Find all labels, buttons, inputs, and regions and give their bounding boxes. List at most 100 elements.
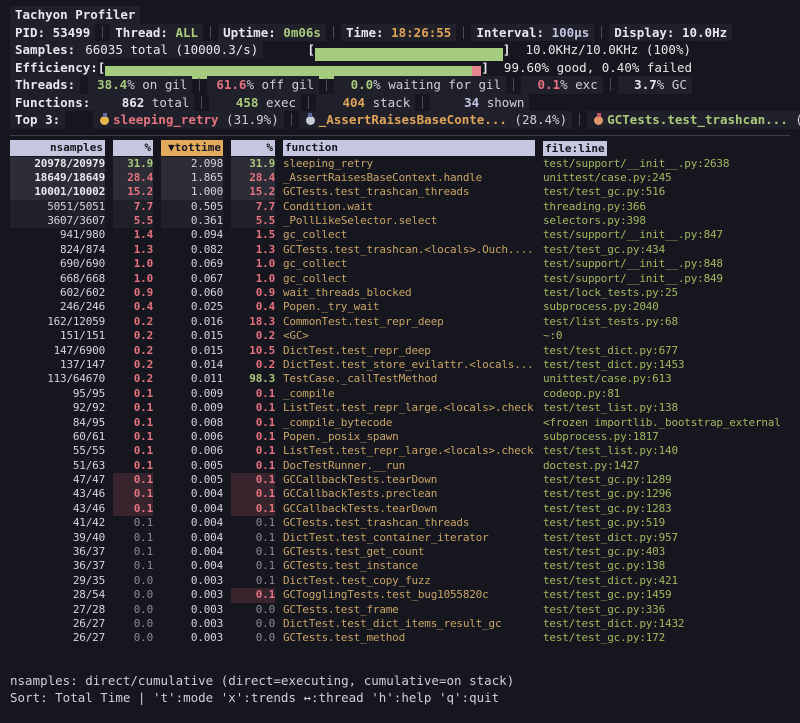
divider [463,26,464,39]
table-row: 3607/36075.50.3615.5_PollLikeSelector.se… [10,214,798,228]
function-cell: wait_threads_blocked [283,286,535,300]
pid-value: 53499 [53,25,91,40]
tottime-cell: 0.003 [161,631,223,645]
function-cell: _compile [283,387,535,401]
thread-field: Thread: ALL [110,24,203,42]
cumulative-pct-cell: 0.1 [231,531,275,545]
column-header-nsamples[interactable]: nsamples [10,140,105,156]
functions-stack-text: stack [365,95,410,110]
cumulative-pct-cell: 28.4 [231,171,275,185]
tottime-cell: 0.004 [161,487,223,501]
function-cell: GCTests.test_method [283,631,535,645]
table-row: 29/350.00.0030.1DictTest.test_copy_fuzzt… [10,574,798,588]
nsamples-cell: 151/151 [10,329,105,343]
table-row: 39/400.10.0040.1DictTest.test_container_… [10,531,798,545]
cumulative-pct-cell: 0.9 [231,286,275,300]
table-row: 690/6901.00.0691.0gc_collecttest/support… [10,257,798,271]
functions-exec-text: exec [258,95,296,110]
nsamples-cell: 147/6900 [10,344,105,358]
functions-total-text: total [144,95,189,110]
tottime-cell: 2.098 [161,157,223,171]
waiting-gil-value: 0.0 [339,76,373,94]
table-row: 55/550.10.0060.1ListTest.test_repr_large… [10,444,798,458]
top-function-name: sleeping_retry [113,112,218,127]
nsamples-cell: 5051/5051 [10,200,105,214]
nsamples-cell: 20978/20979 [10,157,105,171]
function-cell: GCCallbackTests.tearDown [283,502,535,516]
table-row: 137/1470.20.0140.2DictTest.test_store_ev… [10,358,798,372]
nsamples-cell: 47/47 [10,473,105,487]
samples-bar-open-bracket: [ [307,42,315,57]
tottime-cell: 0.067 [161,272,223,286]
file-line-cell: test/test_gc.py:516 [543,185,798,199]
off-gil-text: % off gil [246,77,314,92]
direct-pct-cell: 31.9 [113,157,153,171]
nsamples-cell: 55/55 [10,444,105,458]
cumulative-pct-cell: 0.1 [231,588,275,602]
functions-stack-value: 404 [321,94,365,112]
cumulative-pct-cell: 0.1 [231,487,275,501]
waiting-gil-text: % waiting for gil [373,77,501,92]
tottime-cell: 0.069 [161,257,223,271]
nsamples-cell: 668/668 [10,272,105,286]
function-cell: _compile_bytecode [283,416,535,430]
function-cell: ListTest.test_repr_large.<locals>.check [283,401,535,415]
direct-pct-cell: 0.1 [113,401,153,415]
cumulative-pct-cell: 0.1 [231,502,275,516]
cumulative-pct-cell: 0.1 [231,430,275,444]
nsamples-cell: 28/54 [10,588,105,602]
pid-label: PID: [15,25,45,40]
function-cell: _AssertRaisesBaseContext.handle [283,171,535,185]
tottime-cell: 0.060 [161,286,223,300]
column-header-file-line[interactable]: file:line [543,141,607,156]
function-cell: DictTest.test_store_evilattr.<locals... [283,358,535,372]
file-line-cell: doctest.py:1427 [543,459,798,473]
file-line-cell: test/test_gc.py:519 [543,516,798,530]
function-cell: GCTests.test_trashcan_threads [283,185,535,199]
column-header-cumulative-pct[interactable]: % [231,140,275,156]
top3-item-3: GCTests.test_trashcan... (15.2%) [587,111,800,129]
tottime-cell: 0.016 [161,315,223,329]
column-header-tottime[interactable]: ▼tottime [161,140,223,156]
file-line-cell: test/test_gc.py:172 [543,631,798,645]
file-line-cell: test/lock_tests.py:25 [543,286,798,300]
table-row: 941/9801.40.0941.5gc_collecttest/support… [10,228,798,242]
keybar-line: Sort: Total Time | 't':mode 'x':trends ↔… [10,689,800,707]
file-line-cell: threading.py:366 [543,200,798,214]
exc-text: % exc [560,77,598,92]
tottime-cell: 0.003 [161,588,223,602]
direct-pct-cell: 0.0 [113,631,153,645]
silver-medal-icon [306,116,315,125]
cumulative-pct-cell: 0.2 [231,358,275,372]
direct-pct-cell: 15.2 [113,185,153,199]
direct-pct-cell: 0.0 [113,603,153,617]
file-line-cell: test/list_tests.py:68 [543,315,798,329]
efficiency-summary: 99.60% good, 0.40% failed [504,60,692,75]
table-row: 20978/2097931.92.09831.9sleeping_retryte… [10,157,798,171]
functions-shown: 34 shown [430,94,529,112]
column-header-direct-pct[interactable]: % [113,140,153,156]
cumulative-pct-cell: 0.1 [231,574,275,588]
file-line-cell: selectors.py:398 [543,214,798,228]
divider [199,78,200,91]
nsamples-cell: 95/95 [10,387,105,401]
nsamples-cell: 246/246 [10,300,105,314]
time-label: Time: [346,25,384,40]
file-line-cell: subprocess.py:2040 [543,300,798,314]
file-line-cell: test/support/__init__.py:2638 [543,157,798,171]
cumulative-pct-cell: 5.5 [231,214,275,228]
table-row: 162/120590.20.01618.3CommonTest.test_rep… [10,315,798,329]
function-cell: GCTests.test_trashcan_threads [283,516,535,530]
function-cell: DictTest.test_copy_fuzz [283,574,535,588]
samples-rate: 10.0KHz/10.0KHz (100%) [525,42,691,57]
nsamples-cell: 602/602 [10,286,105,300]
file-line-cell: test/test_dict.py:1453 [543,358,798,372]
threads-waiting: 0.0% waiting for gil [334,76,506,94]
column-header-function[interactable]: function [283,140,535,156]
file-line-cell: test/test_dict.py:421 [543,574,798,588]
table-row: 26/270.00.0030.0DictTest.test_dict_items… [10,617,798,631]
table-row: 602/6020.90.0600.9wait_threads_blockedte… [10,286,798,300]
time-value: 18:26:55 [391,25,451,40]
direct-pct-cell: 0.1 [113,473,153,487]
divider [326,78,327,91]
